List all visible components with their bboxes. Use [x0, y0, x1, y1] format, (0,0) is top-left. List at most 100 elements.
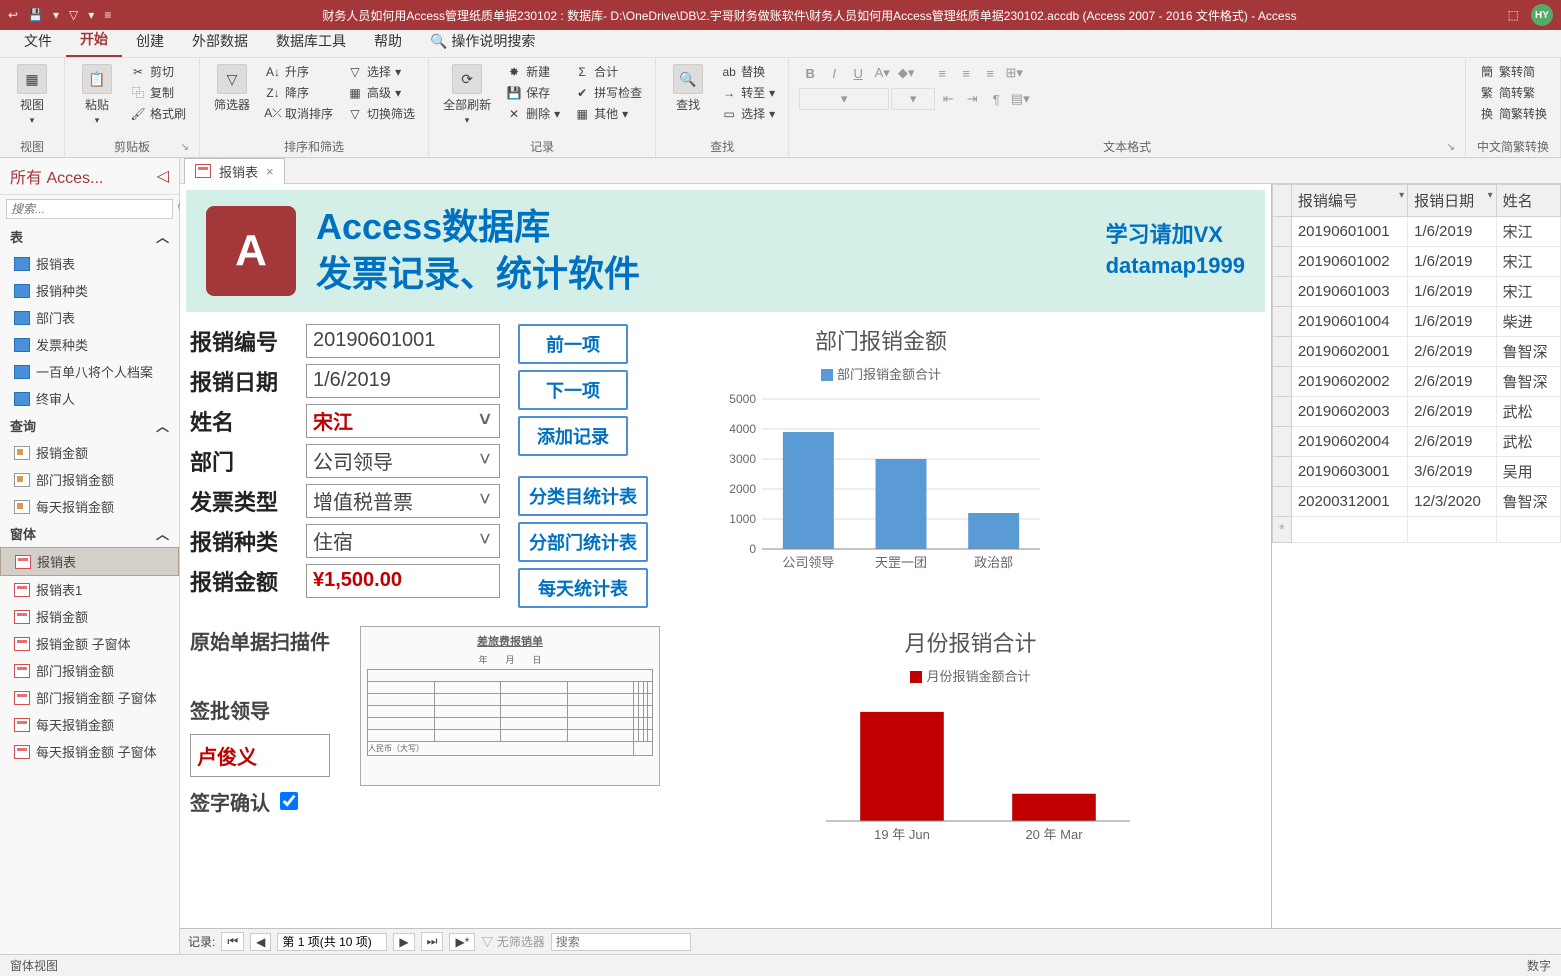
tab-file[interactable]: 文件	[10, 25, 66, 57]
new-record-button[interactable]: ✸新建	[503, 62, 563, 81]
nav-form-item[interactable]: 报销金额	[0, 603, 179, 630]
align-right-button[interactable]: ≡	[979, 62, 1001, 84]
table-row[interactable]: 201906010041/6/2019柴进	[1273, 307, 1561, 337]
simp-to-trad-button[interactable]: 繁简转繁	[1476, 83, 1550, 102]
clipboard-launcher-icon[interactable]: ↘	[181, 142, 189, 153]
indent-inc-button[interactable]: ⇥	[961, 88, 983, 110]
prev-record-button[interactable]: ◀	[250, 933, 271, 951]
nav-section-tables[interactable]: 表︿	[0, 223, 179, 250]
leader-combo[interactable]: 卢俊义	[190, 734, 330, 777]
tab-dbtools[interactable]: 数据库工具	[262, 25, 360, 57]
tab-home[interactable]: 开始	[66, 23, 122, 57]
cut-button[interactable]: ✂剪切	[127, 62, 189, 81]
dept-report-button[interactable]: 分部门统计表	[518, 522, 648, 562]
category-report-button[interactable]: 分类目统计表	[518, 476, 648, 516]
first-record-button[interactable]: ⏮	[221, 932, 244, 951]
view-button[interactable]: ▦视图▾	[10, 62, 54, 128]
last-record-button[interactable]: ⏭	[421, 932, 444, 951]
paste-button[interactable]: 📋粘贴▾	[75, 62, 119, 128]
nav-form-item[interactable]: 部门报销金额	[0, 657, 179, 684]
table-row[interactable]: 201906020032/6/2019武松	[1273, 397, 1561, 427]
table-row[interactable]: 201906020022/6/2019鲁智深	[1273, 367, 1561, 397]
undo-icon[interactable]: ↩	[8, 8, 18, 22]
format-painter-button[interactable]: 🖌格式刷	[127, 104, 189, 123]
user-avatar[interactable]: HY	[1531, 4, 1553, 26]
totals-button[interactable]: Σ合计	[571, 62, 645, 81]
altrow-button[interactable]: ▤▾	[1009, 88, 1031, 110]
nav-form-item[interactable]: 每天报销金额	[0, 711, 179, 738]
id-input[interactable]: 20190601001	[306, 324, 500, 358]
find-button[interactable]: 🔍查找	[666, 62, 710, 115]
nav-table-item[interactable]: 报销种类	[0, 277, 179, 304]
nav-table-item[interactable]: 发票种类	[0, 331, 179, 358]
toggle-filter-button[interactable]: ▽切换筛选	[344, 104, 418, 123]
font-color-button[interactable]: A▾	[871, 62, 893, 84]
tab-help[interactable]: 帮助	[360, 25, 416, 57]
nav-form-item[interactable]: 每天报销金额 子窗体	[0, 738, 179, 765]
indent-dec-button[interactable]: ⇤	[937, 88, 959, 110]
table-row[interactable]: 201906010021/6/2019宋江	[1273, 247, 1561, 277]
replace-button[interactable]: ab替换	[718, 62, 778, 81]
table-row[interactable]: 201906010031/6/2019宋江	[1273, 277, 1561, 307]
delete-record-button[interactable]: ✕删除 ▾	[503, 104, 563, 123]
refresh-all-button[interactable]: ⟳全部刷新▾	[439, 62, 495, 128]
qat-overflow[interactable]: ≡	[104, 8, 111, 22]
nav-form-item[interactable]: 报销表	[0, 547, 179, 576]
nav-collapse-icon[interactable]: ◁	[157, 166, 169, 186]
column-header[interactable]: 姓名	[1496, 185, 1560, 217]
nav-section-forms[interactable]: 窗体︿	[0, 520, 179, 547]
font-size-combo[interactable]: ▾	[891, 88, 935, 110]
nav-table-item[interactable]: 终审人	[0, 385, 179, 412]
fill-color-button[interactable]: ◆▾	[895, 62, 917, 84]
table-row[interactable]: 201906020012/6/2019鲁智深	[1273, 337, 1561, 367]
tab-create[interactable]: 创建	[122, 25, 178, 57]
tell-me[interactable]: 🔍 操作说明搜索	[416, 25, 549, 57]
underline-button[interactable]: U	[847, 62, 869, 84]
italic-button[interactable]: I	[823, 62, 845, 84]
dept-combo[interactable]: 公司领导˅	[306, 444, 500, 478]
filter-icon[interactable]: ▽	[69, 8, 78, 22]
ribbon-options-icon[interactable]: ⬚	[1508, 8, 1519, 22]
select-button[interactable]: ▭选择 ▾	[718, 104, 778, 123]
amount-input[interactable]: ¥1,500.00	[306, 564, 500, 598]
table-row[interactable]: 201906010011/6/2019宋江	[1273, 217, 1561, 247]
confirm-checkbox[interactable]	[280, 792, 298, 810]
nav-form-item[interactable]: 报销表1	[0, 576, 179, 603]
nav-query-item[interactable]: 每天报销金额	[0, 493, 179, 520]
spelling-button[interactable]: ✔拼写检查	[571, 83, 645, 102]
more-button[interactable]: ▦其他 ▾	[571, 104, 645, 123]
nav-query-item[interactable]: 部门报销金额	[0, 466, 179, 493]
trad-to-simp-button[interactable]: 簡繁转简	[1476, 62, 1550, 81]
bold-button[interactable]: B	[799, 62, 821, 84]
prev-button[interactable]: 前一项	[518, 324, 628, 364]
filter-button[interactable]: ▽筛选器	[210, 62, 254, 115]
qat-more[interactable]: ▾	[88, 8, 94, 22]
remove-sort-button[interactable]: A⤫取消排序	[262, 104, 336, 123]
nav-table-item[interactable]: 报销表	[0, 250, 179, 277]
text-dir-button[interactable]: ¶	[985, 88, 1007, 110]
save-icon[interactable]: 💾	[28, 8, 43, 22]
date-input[interactable]: 1/6/2019	[306, 364, 500, 398]
kind-combo[interactable]: 住宿˅	[306, 524, 500, 558]
add-record-button[interactable]: 添加记录	[518, 416, 628, 456]
nav-table-item[interactable]: 一百单八将个人档案	[0, 358, 179, 385]
new-row[interactable]: *	[1273, 517, 1561, 543]
table-row[interactable]: 201906020042/6/2019武松	[1273, 427, 1561, 457]
record-search-input[interactable]	[551, 933, 691, 951]
tab-external[interactable]: 外部数据	[178, 25, 262, 57]
nav-search-input[interactable]	[6, 199, 173, 219]
row-selector-header[interactable]	[1273, 185, 1292, 217]
column-dropdown-icon[interactable]: ▾	[1399, 190, 1404, 201]
datasheet-table[interactable]: 报销编号▾ 报销日期▾ 姓名 201906010011/6/2019宋江2019…	[1272, 184, 1561, 543]
document-tab[interactable]: 报销表×	[184, 158, 285, 184]
name-combo[interactable]: 宋江˅	[306, 404, 500, 438]
record-position-input[interactable]	[277, 933, 387, 951]
advanced-filter-button[interactable]: ▦高级 ▾	[344, 83, 418, 102]
sort-desc-button[interactable]: Z↓降序	[262, 83, 336, 102]
align-center-button[interactable]: ≡	[955, 62, 977, 84]
font-name-combo[interactable]: ▾	[799, 88, 889, 110]
text-launcher-icon[interactable]: ↘	[1447, 142, 1455, 153]
table-row[interactable]: 2020031200112/3/2020鲁智深	[1273, 487, 1561, 517]
nav-form-item[interactable]: 报销金额 子窗体	[0, 630, 179, 657]
daily-report-button[interactable]: 每天统计表	[518, 568, 648, 608]
